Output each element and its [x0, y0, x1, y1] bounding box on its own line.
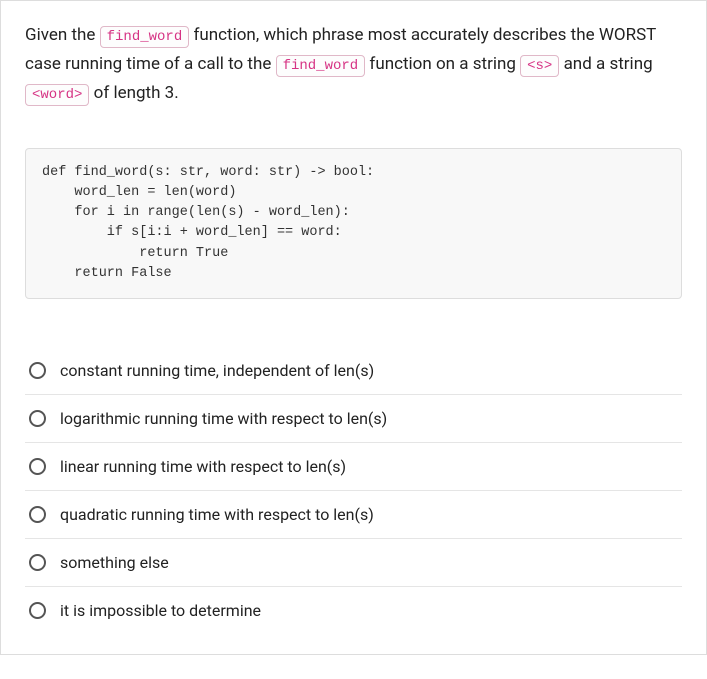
option-logarithmic[interactable]: logarithmic running time with respect to… [25, 395, 682, 443]
option-label: something else [60, 553, 169, 572]
radio-icon [29, 458, 46, 475]
radio-icon [29, 410, 46, 427]
radio-icon [29, 554, 46, 571]
question-text-part: and a string [564, 54, 653, 74]
option-label: linear running time with respect to len(… [60, 457, 346, 476]
radio-icon [29, 506, 46, 523]
option-label: it is impossible to determine [60, 601, 261, 620]
code-token-find-word-1: find_word [100, 26, 190, 48]
option-constant[interactable]: constant running time, independent of le… [25, 347, 682, 395]
question-prompt: Given the find_word function, which phra… [25, 21, 682, 108]
question-text-part: of length 3. [94, 83, 179, 103]
code-token-find-word-2: find_word [276, 55, 366, 77]
code-token-word: <word> [25, 84, 89, 106]
option-label: constant running time, independent of le… [60, 361, 374, 380]
code-block: def find_word(s: str, word: str) -> bool… [25, 148, 682, 300]
code-token-s: <s> [520, 55, 559, 77]
radio-icon [29, 362, 46, 379]
question-container: Given the find_word function, which phra… [0, 0, 707, 655]
radio-icon [29, 602, 46, 619]
option-label: logarithmic running time with respect to… [60, 409, 387, 428]
option-linear[interactable]: linear running time with respect to len(… [25, 443, 682, 491]
option-something-else[interactable]: something else [25, 539, 682, 587]
question-text-part: function on a string [369, 54, 520, 74]
options-list: constant running time, independent of le… [25, 347, 682, 634]
option-impossible[interactable]: it is impossible to determine [25, 587, 682, 634]
option-label: quadratic running time with respect to l… [60, 505, 374, 524]
option-quadratic[interactable]: quadratic running time with respect to l… [25, 491, 682, 539]
question-text-part: Given the [25, 25, 100, 45]
